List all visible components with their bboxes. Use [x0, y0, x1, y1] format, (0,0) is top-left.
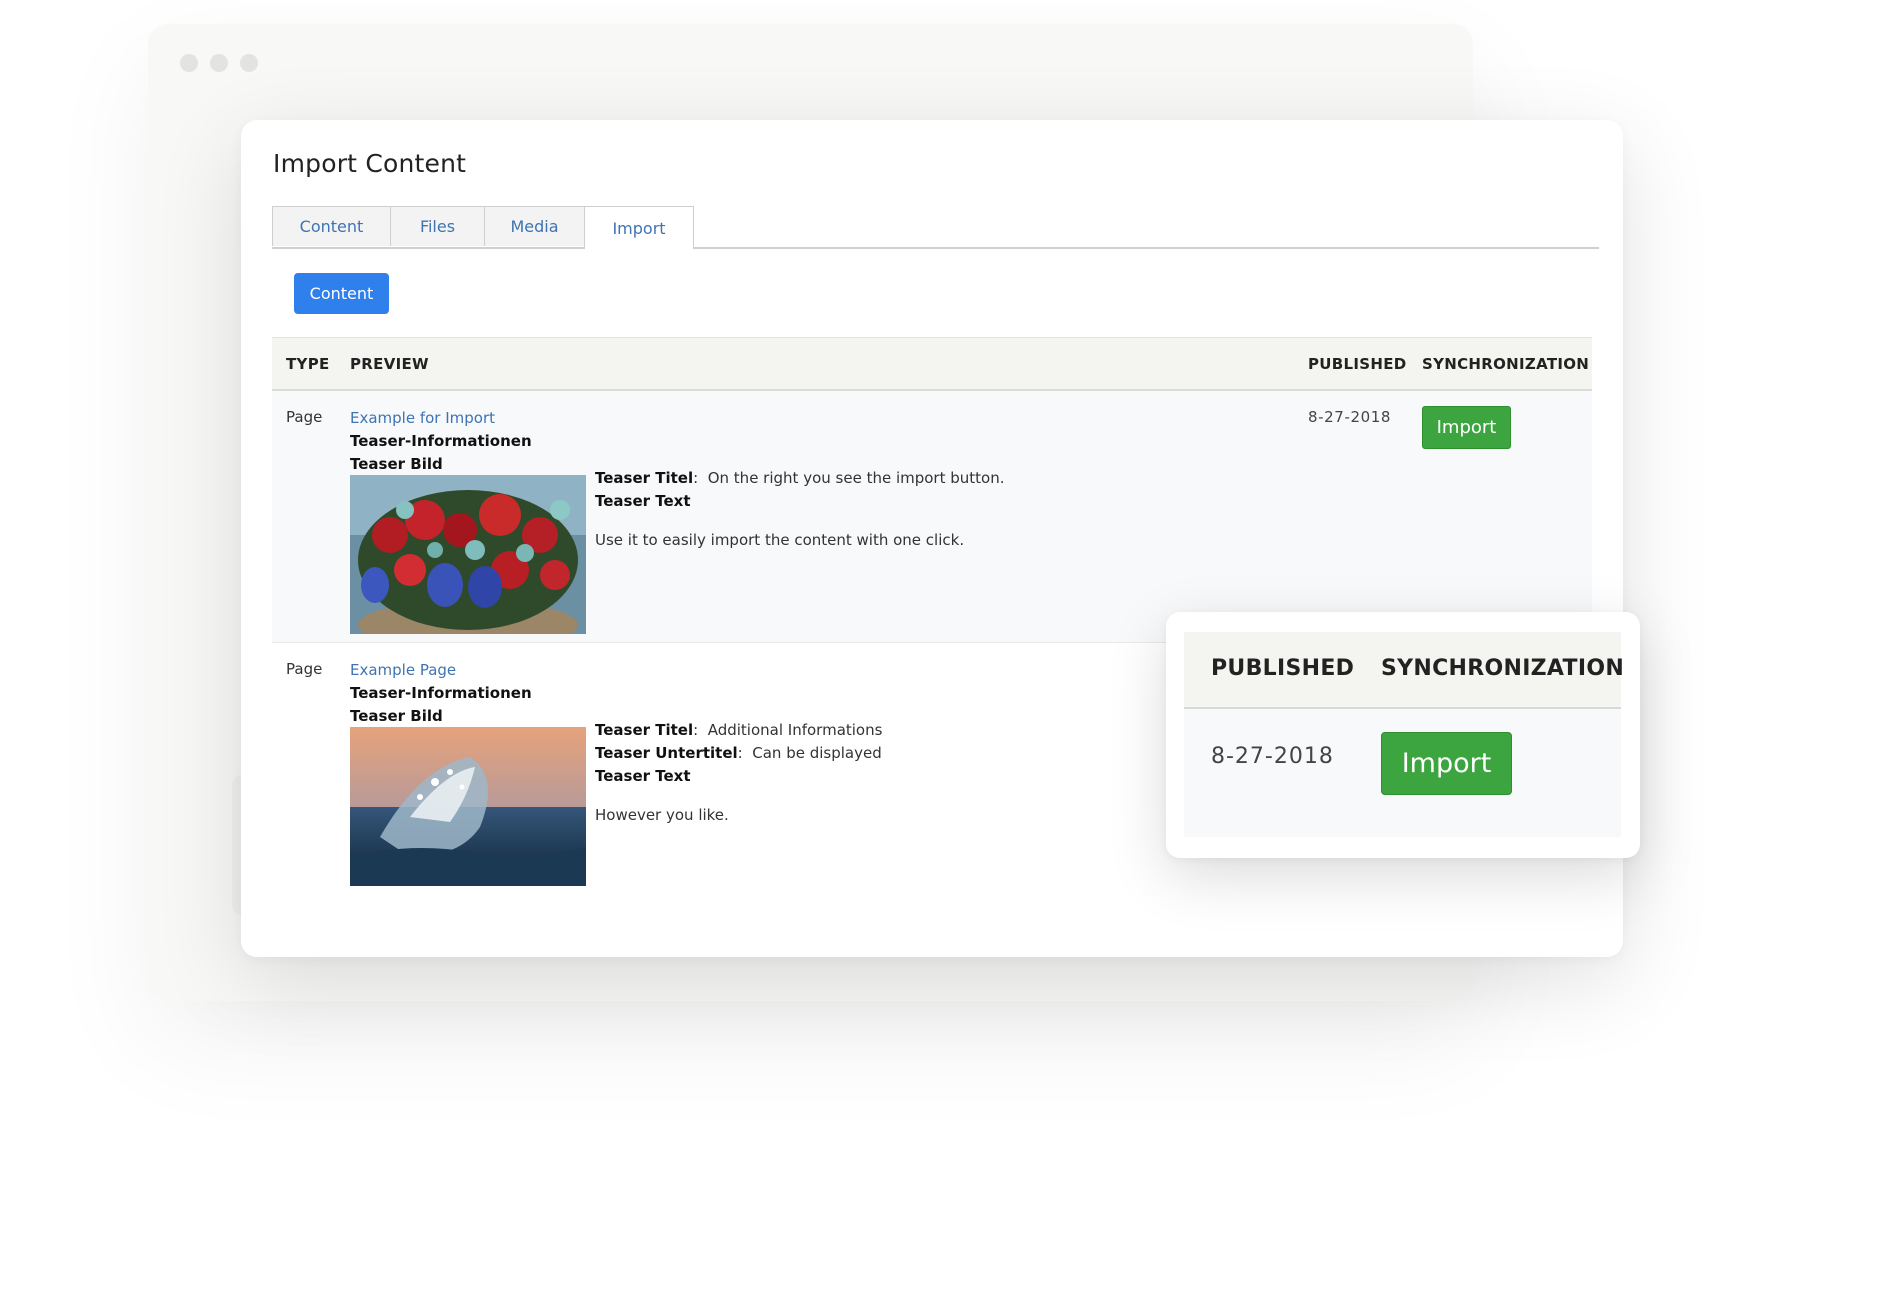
teaser-text-line: Teaser Text [595, 490, 1005, 513]
zoom-table-header: PUBLISHED SYNCHRONIZATION [1184, 632, 1625, 709]
teaser-title-line: Teaser Titel: On the right you see the i… [595, 469, 1005, 487]
table-header: TYPE PREVIEW PUBLISHED SYNCHRONIZATION [272, 337, 1592, 391]
tab-files[interactable]: Files [390, 206, 485, 246]
tab-media[interactable]: Media [484, 206, 585, 246]
row-preview: Example Page Teaser-Informationen Teaser… [350, 659, 532, 728]
row-preview: Example for Import Teaser-Informationen … [350, 407, 532, 476]
column-header-preview: PREVIEW [350, 355, 429, 373]
row-type: Page [286, 408, 323, 426]
zoom-column-header-published: PUBLISHED [1211, 656, 1355, 681]
zoom-table: PUBLISHED SYNCHRONIZATION 8-27-2018 Impo… [1184, 632, 1625, 837]
teaser-title-value: On the right you see the import button. [707, 469, 1005, 487]
flower-bouquet-image [350, 475, 586, 634]
zoom-published-date: 8-27-2018 [1211, 744, 1334, 769]
teaser-text-value: Use it to easily import the content with… [595, 531, 965, 549]
teaser-subtitle-label: Teaser Untertitel [595, 744, 738, 762]
teaser-text-value: However you like. [595, 806, 729, 824]
content-button[interactable]: Content [294, 273, 389, 314]
window-dot-icon [240, 54, 258, 72]
window-controls [180, 54, 258, 72]
teaser-details: Teaser Titel: Additional Informations Te… [595, 719, 882, 827]
tab-content[interactable]: Content [272, 206, 391, 246]
teaser-details: Teaser Titel: On the right you see the i… [595, 467, 1005, 552]
tab-import[interactable]: Import [584, 206, 694, 249]
table-row: Page Example for Import Teaser-Informati… [272, 391, 1592, 643]
column-header-synchronization: SYNCHRONIZATION [1422, 355, 1590, 373]
teaser-subtitle-value: Can be displayed [752, 744, 882, 762]
zoom-column-header-synchronization: SYNCHRONIZATION [1381, 656, 1625, 681]
column-header-type: TYPE [286, 355, 330, 373]
published-date: 8-27-2018 [1308, 408, 1392, 426]
zoom-import-button[interactable]: Import [1381, 732, 1512, 795]
window-dot-icon [180, 54, 198, 72]
teaser-title-label: Teaser Titel [595, 469, 694, 487]
preview-title-link[interactable]: Example Page [350, 659, 532, 682]
preview-title-link[interactable]: Example for Import [350, 407, 532, 430]
screenshot-stage: Import Content Content Files Media Impor… [0, 0, 1881, 1314]
page-title: Import Content [273, 149, 467, 178]
teaser-title-label: Teaser Titel [595, 721, 694, 739]
teaser-image-heading: Teaser Bild [350, 455, 443, 473]
teaser-info-heading: Teaser-Informationen [350, 432, 532, 450]
teaser-title-line: Teaser Titel: Additional Informations [595, 721, 883, 739]
teaser-text-label: Teaser Text [595, 492, 691, 510]
teaser-subtitle-line: Teaser Untertitel: Can be displayed [595, 744, 882, 762]
zoom-callout: PUBLISHED SYNCHRONIZATION 8-27-2018 Impo… [1166, 612, 1640, 858]
ocean-wave-image [350, 727, 586, 886]
column-header-published: PUBLISHED [1308, 355, 1407, 373]
import-button[interactable]: Import [1422, 406, 1511, 449]
tab-bar: Content Files Media Import [272, 206, 1599, 249]
row-type: Page [286, 660, 323, 678]
teaser-title-value: Additional Informations [707, 721, 883, 739]
teaser-text-line: Teaser Text [595, 765, 882, 788]
teaser-info-heading: Teaser-Informationen [350, 684, 532, 702]
teaser-image-heading: Teaser Bild [350, 707, 443, 725]
window-dot-icon [210, 54, 228, 72]
teaser-text-label: Teaser Text [595, 767, 691, 785]
